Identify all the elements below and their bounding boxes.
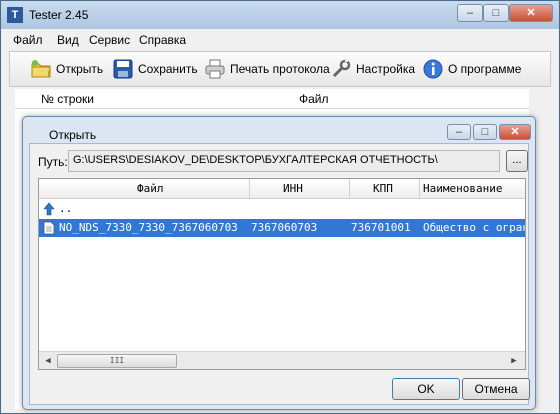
dialog-close-button[interactable]: ✕ <box>499 124 531 140</box>
about-button[interactable]: О программе <box>422 55 521 83</box>
title-bar: T Tester 2.45 – □ ✕ <box>1 1 559 29</box>
column-kpp[interactable]: КПП <box>373 182 393 195</box>
close-button[interactable]: ✕ <box>509 4 553 22</box>
column-row-number[interactable]: № строки <box>41 92 94 106</box>
scroll-thumb[interactable]: III <box>57 354 177 368</box>
save-button[interactable]: Сохранить <box>112 55 198 83</box>
cell-name: Общество с ограниченной <box>423 221 525 234</box>
table-row-selected[interactable]: NO_NDS_7330_7330_7367060703 7367060703 7… <box>39 219 525 237</box>
main-list-header: № строки Файл <box>15 89 529 109</box>
dialog-minimize-button[interactable]: – <box>447 124 471 140</box>
save-label: Сохранить <box>138 62 198 76</box>
table-row[interactable]: .. <box>39 200 525 218</box>
horizontal-scrollbar[interactable]: ◀ III ▶ <box>39 351 525 369</box>
scroll-right-icon[interactable]: ▶ <box>507 354 521 368</box>
print-protocol-button[interactable]: Печать протокола <box>204 55 330 83</box>
scroll-left-icon[interactable]: ◀ <box>41 354 55 368</box>
column-inn[interactable]: ИНН <box>283 182 303 195</box>
settings-label: Настройка <box>356 62 416 76</box>
up-arrow-icon <box>43 202 55 216</box>
print-label: Печать протокола <box>230 62 330 76</box>
menu-file[interactable]: Файл <box>13 33 43 47</box>
path-label: Путь: <box>38 155 68 169</box>
menu-help[interactable]: Справка <box>139 33 186 47</box>
about-label: О программе <box>448 62 522 76</box>
open-dialog: Открыть – □ ✕ Путь: G:\USERS\DESIAKOV_DE… <box>22 116 536 410</box>
cancel-button[interactable]: Отмена <box>462 378 530 400</box>
window-title: Tester 2.45 <box>29 8 89 22</box>
app-icon: T <box>7 7 23 23</box>
minimize-button[interactable]: – <box>457 4 483 22</box>
settings-button[interactable]: Настройка <box>330 55 415 83</box>
grid-header: Файл ИНН КПП Наименование <box>39 179 525 199</box>
toolbar: Открыть Сохранить Печать протокола Настр… <box>9 51 551 87</box>
file-grid[interactable]: Файл ИНН КПП Наименование .. NO_NDS_7330… <box>38 178 526 370</box>
document-icon <box>43 221 55 235</box>
open-button[interactable]: Открыть <box>30 55 103 83</box>
menu-bar: Файл Вид Сервис Справка <box>1 29 559 49</box>
menu-service[interactable]: Сервис <box>89 33 130 47</box>
wrench-icon <box>330 58 352 80</box>
cell-file: .. <box>59 202 73 215</box>
cell-inn: 7367060703 <box>251 221 318 234</box>
column-file[interactable]: Файл <box>299 92 329 106</box>
column-file[interactable]: Файл <box>137 182 164 195</box>
info-icon <box>422 58 444 80</box>
cell-kpp: 736701001 <box>351 221 411 234</box>
ok-button[interactable]: OK <box>392 378 460 400</box>
folder-icon <box>30 58 52 80</box>
floppy-disk-icon <box>112 58 134 80</box>
cell-file: NO_NDS_7330_7330_7367060703 <box>59 221 238 234</box>
dialog-body: Путь: G:\USERS\DESIAKOV_DE\DESKTOP\БУХГА… <box>29 143 530 405</box>
printer-icon <box>204 58 226 80</box>
maximize-button[interactable]: □ <box>483 4 509 22</box>
open-label: Открыть <box>56 62 104 76</box>
column-name[interactable]: Наименование <box>423 182 502 195</box>
dialog-title: Открыть <box>49 128 97 142</box>
menu-view[interactable]: Вид <box>57 33 79 47</box>
browse-button[interactable]: ... <box>506 150 528 172</box>
path-field[interactable]: G:\USERS\DESIAKOV_DE\DESKTOP\БУХГАЛТЕРСК… <box>68 150 500 172</box>
dialog-maximize-button[interactable]: □ <box>473 124 497 140</box>
